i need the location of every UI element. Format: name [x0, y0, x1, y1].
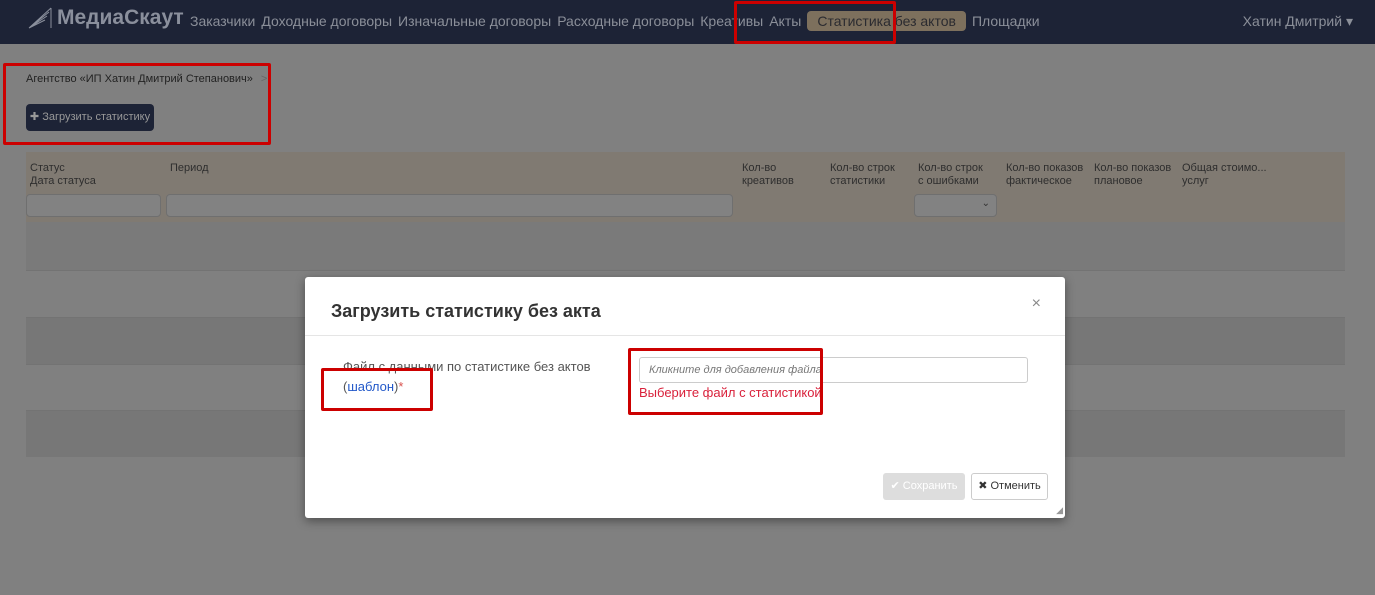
nav-expense-contracts[interactable]: Расходные договоры — [554, 11, 697, 31]
nav-initial-contracts[interactable]: Изначальные договоры — [395, 11, 554, 31]
nav-customers[interactable]: Заказчики — [187, 11, 258, 31]
period-filter-input[interactable] — [166, 194, 733, 217]
table-row — [26, 222, 1345, 270]
col-impressions-actual[interactable]: Кол-во показов фактическое — [1006, 162, 1086, 188]
stats-table-header: Статус Дата статуса Период Кол-во креати… — [26, 152, 1345, 270]
modal-title: Загрузить статистику без акта — [331, 301, 601, 321]
resize-handle-icon[interactable]: ◢ — [1056, 505, 1063, 516]
col-creatives[interactable]: Кол-во креативов — [742, 162, 812, 188]
nav-platforms[interactable]: Площадки — [969, 11, 1043, 31]
col-impressions-planned[interactable]: Кол-во показов плановое — [1094, 162, 1174, 188]
logo-icon — [28, 7, 52, 29]
user-menu[interactable]: Хатин Дмитрий ▾ — [1243, 13, 1353, 30]
annotation-box — [321, 368, 433, 411]
error-rows-filter-select[interactable]: ⌄ — [914, 194, 997, 217]
navbar: МедиаСкаут Заказчики Доходные договоры И… — [0, 0, 1375, 44]
col-error-rows[interactable]: Кол-во строк с ошибками — [918, 162, 990, 188]
nav-income-contracts[interactable]: Доходные договоры — [258, 11, 395, 31]
divider — [305, 335, 1065, 336]
annotation-box — [3, 63, 271, 145]
logo-text: МедиаСкаут — [57, 6, 184, 29]
chevron-down-icon: ⌄ — [981, 198, 990, 209]
status-filter-input[interactable] — [26, 194, 161, 217]
main-menu: Заказчики Доходные договоры Изначальные … — [187, 11, 1043, 31]
col-stat-rows[interactable]: Кол-во строк статистики — [830, 162, 902, 188]
close-icon[interactable]: × — [1032, 295, 1041, 313]
cancel-button[interactable]: ✖ Отменить — [971, 473, 1048, 500]
save-button[interactable]: ✔ Сохранить — [883, 473, 965, 500]
logo[interactable]: МедиаСкаут — [27, 6, 184, 30]
annotation-box — [734, 1, 896, 44]
col-total-cost[interactable]: Общая стоимо... услуг — [1182, 162, 1268, 188]
annotation-box — [628, 348, 823, 415]
col-status[interactable]: Статус Дата статуса — [30, 162, 96, 188]
col-period[interactable]: Период — [170, 162, 209, 175]
